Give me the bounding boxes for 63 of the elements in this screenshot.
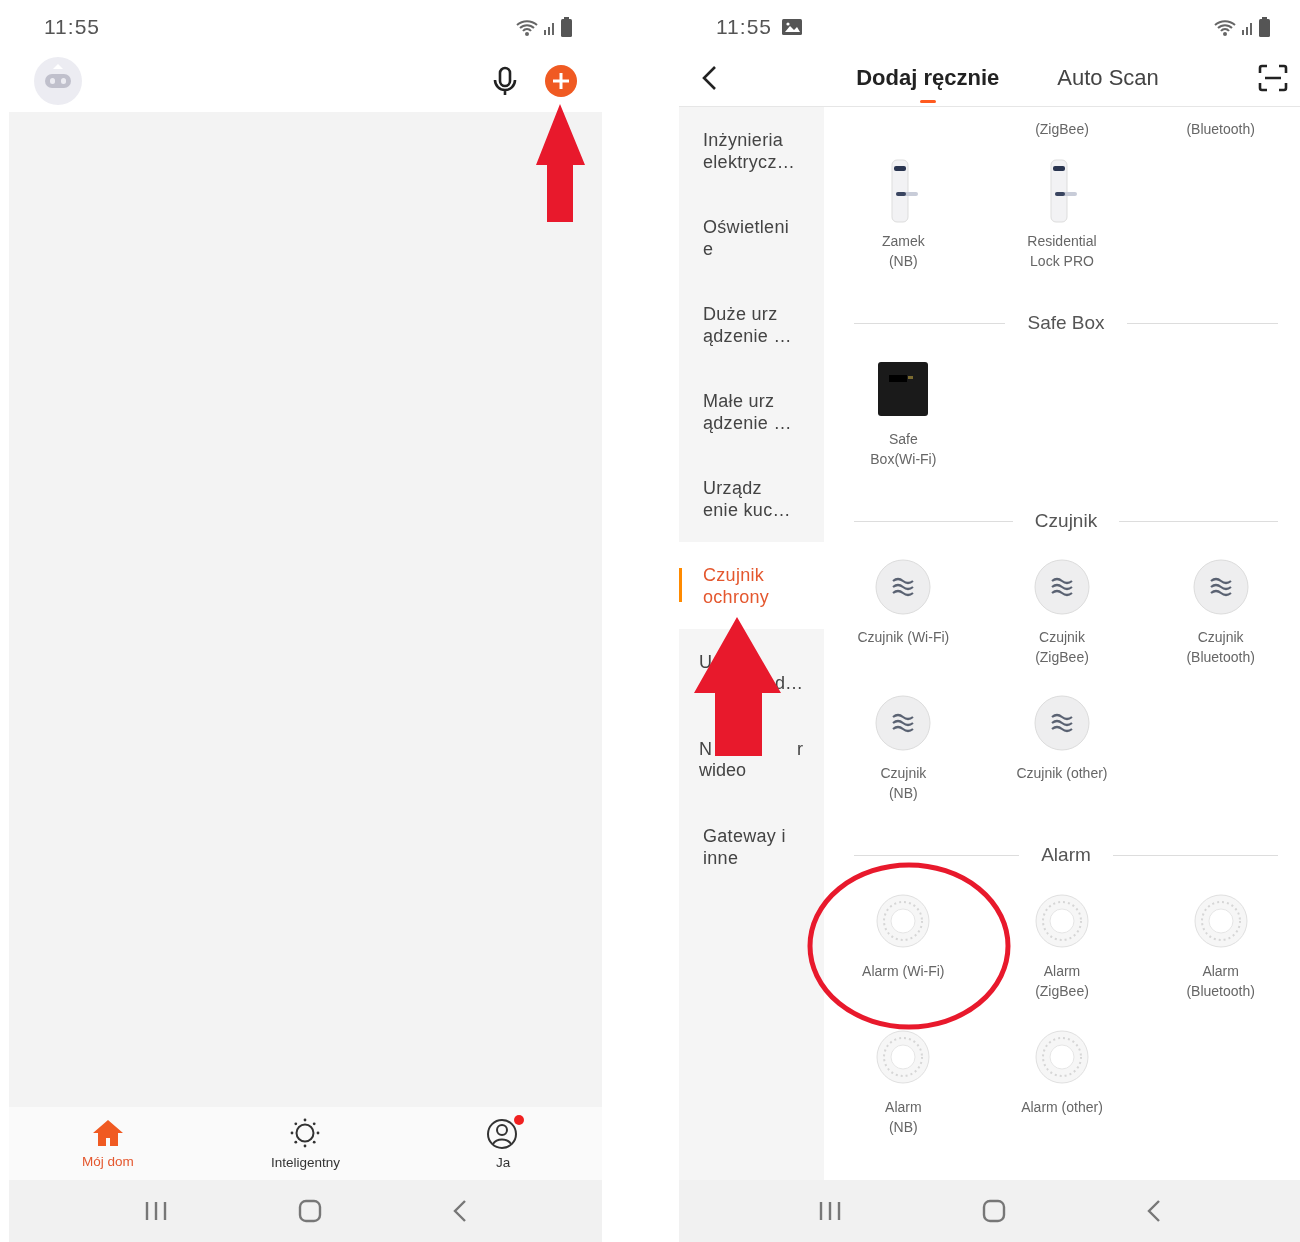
device-label[interactable]: Alarm (Wi-Fi) — [862, 961, 945, 1001]
device-label[interactable]: (Bluetooth) — [1186, 119, 1255, 139]
device-label[interactable]: Czujnik (other) — [1016, 763, 1108, 803]
device-label[interactable]: Zamek (NB) — [881, 231, 925, 271]
section-heading: Alarm — [1041, 844, 1091, 866]
category-item-fragment: wideo — [699, 760, 747, 780]
category-item[interactable]: Inżynieria elektrycz… — [703, 128, 795, 173]
alarm-device-icon — [1034, 893, 1090, 949]
recent-apps-icon[interactable] — [143, 1200, 168, 1222]
microphone-icon[interactable] — [492, 66, 518, 96]
section-heading: Safe Box — [1027, 312, 1105, 334]
device-label[interactable]: Alarm (NB) — [885, 1097, 922, 1137]
sensor-icon — [1191, 558, 1250, 616]
category-item-fragment: r — [797, 739, 803, 759]
status-time: 11:55 — [716, 15, 772, 39]
status-time: 11:55 — [44, 15, 100, 39]
recent-apps-icon[interactable] — [817, 1200, 842, 1222]
category-item[interactable]: Urządz enie kuc… — [703, 476, 791, 521]
alarm-device-icon — [875, 893, 932, 949]
device-label[interactable]: Alarm (Bluetooth) — [1186, 961, 1255, 1001]
sensor-icon — [874, 558, 933, 616]
section-heading: Czujnik — [1034, 510, 1098, 532]
safe-box-icon — [877, 361, 930, 417]
device-label[interactable]: Safe Box(Wi-Fi) — [870, 429, 937, 469]
alarm-device-icon — [875, 1029, 932, 1085]
category-item-fragment: N — [699, 739, 712, 759]
battery-icon — [561, 17, 572, 37]
image-icon — [782, 19, 802, 35]
category-item[interactable]: Oświetleni e — [703, 215, 790, 260]
sensor-icon — [874, 694, 933, 752]
wifi-icon — [515, 17, 539, 37]
notification-dot — [514, 1115, 525, 1125]
tab-bar-item[interactable]: Mój dom — [9, 1107, 207, 1180]
alarm-device-icon — [1034, 1029, 1090, 1085]
alarm-device-icon — [1192, 893, 1249, 949]
scan-icon[interactable] — [1258, 64, 1288, 92]
battery-icon — [1259, 17, 1270, 37]
device-label[interactable]: Czujnik (Bluetooth) — [1186, 627, 1255, 667]
home-icon[interactable] — [981, 1199, 1006, 1223]
category-item-fragment: d… — [775, 673, 803, 693]
category-item[interactable]: Małe urz ądzenie … — [703, 389, 792, 434]
tab[interactable]: Auto Scan — [1055, 57, 1161, 99]
home-icon[interactable] — [297, 1199, 322, 1223]
wifi-icon — [1213, 17, 1237, 37]
device-label[interactable]: Alarm (other) — [1021, 1097, 1103, 1137]
category-item[interactable]: N r wideo — [699, 739, 803, 780]
tab-bar-item[interactable]: Inteligentny — [206, 1107, 405, 1180]
sensor-icon — [1033, 558, 1091, 616]
device-label[interactable]: Residential Lock PRO — [1027, 231, 1097, 271]
sun-icon — [289, 1117, 322, 1149]
device-label[interactable]: Alarm (ZigBee) — [1035, 961, 1089, 1001]
device-label[interactable]: (ZigBee) — [1035, 119, 1089, 139]
category-item[interactable]: Gateway i inne — [703, 824, 786, 869]
tab-bar-item[interactable]: Ja — [404, 1107, 602, 1180]
add-button[interactable] — [544, 64, 578, 98]
category-item[interactable]: U d… — [699, 652, 803, 693]
sensor-icon — [1033, 694, 1091, 752]
back-icon[interactable] — [701, 65, 717, 91]
device-label[interactable]: Czujnik (NB) — [880, 763, 927, 803]
device-label[interactable]: Czujnik (Wi-Fi) — [857, 627, 950, 667]
category-item-fragment: U — [699, 652, 712, 672]
category-item[interactable]: Duże urz ądzenie … — [703, 302, 792, 347]
device-label[interactable]: Czujnik (ZigBee) — [1035, 627, 1089, 667]
